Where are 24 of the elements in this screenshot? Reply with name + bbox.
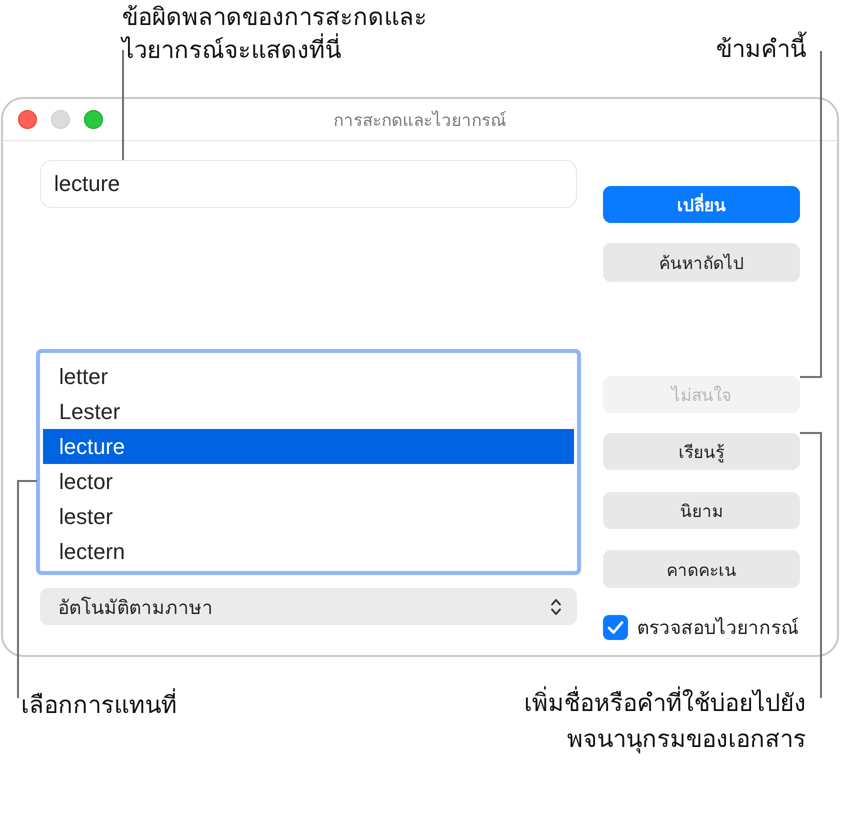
suggestion-item[interactable]: Lester (43, 394, 574, 429)
up-down-chevron-icon (550, 596, 562, 616)
find-next-button[interactable]: ค้นหาถัดไป (603, 243, 800, 282)
window-title: การสะกดและไวยากรณ์ (334, 110, 506, 132)
grammar-checkbox[interactable] (603, 614, 628, 640)
suggestion-item[interactable]: letter (43, 359, 574, 394)
suggestion-item[interactable]: lester (43, 499, 574, 534)
suggestion-item[interactable]: lecture (43, 429, 574, 464)
checkmark-icon (607, 620, 624, 634)
callout-text: เลือกการแทนที่ (21, 689, 177, 722)
guess-button[interactable]: คาดคะเน (603, 550, 800, 588)
define-button[interactable]: นิยาม (603, 492, 800, 529)
callout-text: ข้ามคำนี้ (716, 33, 806, 66)
suggestion-item[interactable]: lector (43, 464, 574, 499)
learn-button[interactable]: เรียนรู้ (603, 433, 800, 470)
checkbox-label: ตรวจสอบไวยากรณ์ (637, 616, 799, 641)
zoom-button[interactable] (84, 110, 103, 129)
word-field[interactable]: lecture (40, 160, 577, 208)
callout-text: ข้อผิดพลาดของการสะกดและ ไวยากรณ์จะแสดงที่นี่ (122, 3, 427, 66)
callout-text: เพิ่มชื่อหรือคำที่ใช้บ่อยไปยัง พจนานุกรมของเอกสาร (524, 686, 806, 758)
replace-button[interactable]: เปลี่ยน (603, 186, 800, 223)
suggestion-item[interactable]: lectern (43, 534, 574, 569)
close-button[interactable] (18, 110, 37, 129)
language-dropdown[interactable]: อัตโนมัติตามภาษา (40, 588, 577, 625)
